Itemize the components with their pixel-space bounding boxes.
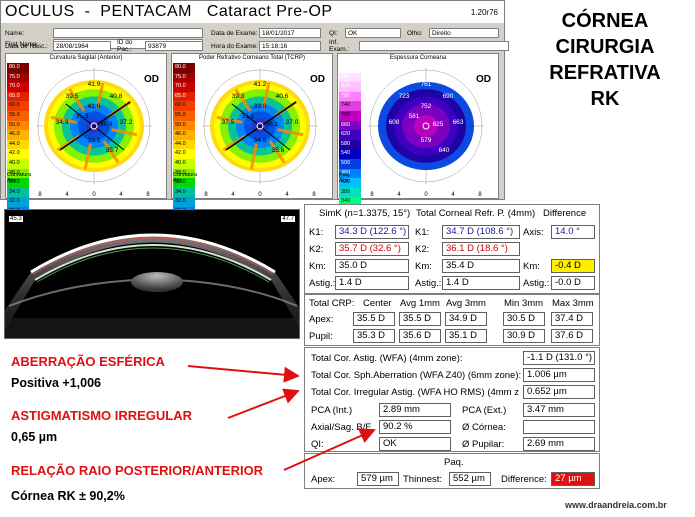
arrow-astig [227,388,300,419]
arrow-ratio [283,428,376,471]
watermark: www.draandreia.com.br [565,500,667,510]
arrow-spherical [187,365,300,383]
annotation-arrows [187,365,376,471]
